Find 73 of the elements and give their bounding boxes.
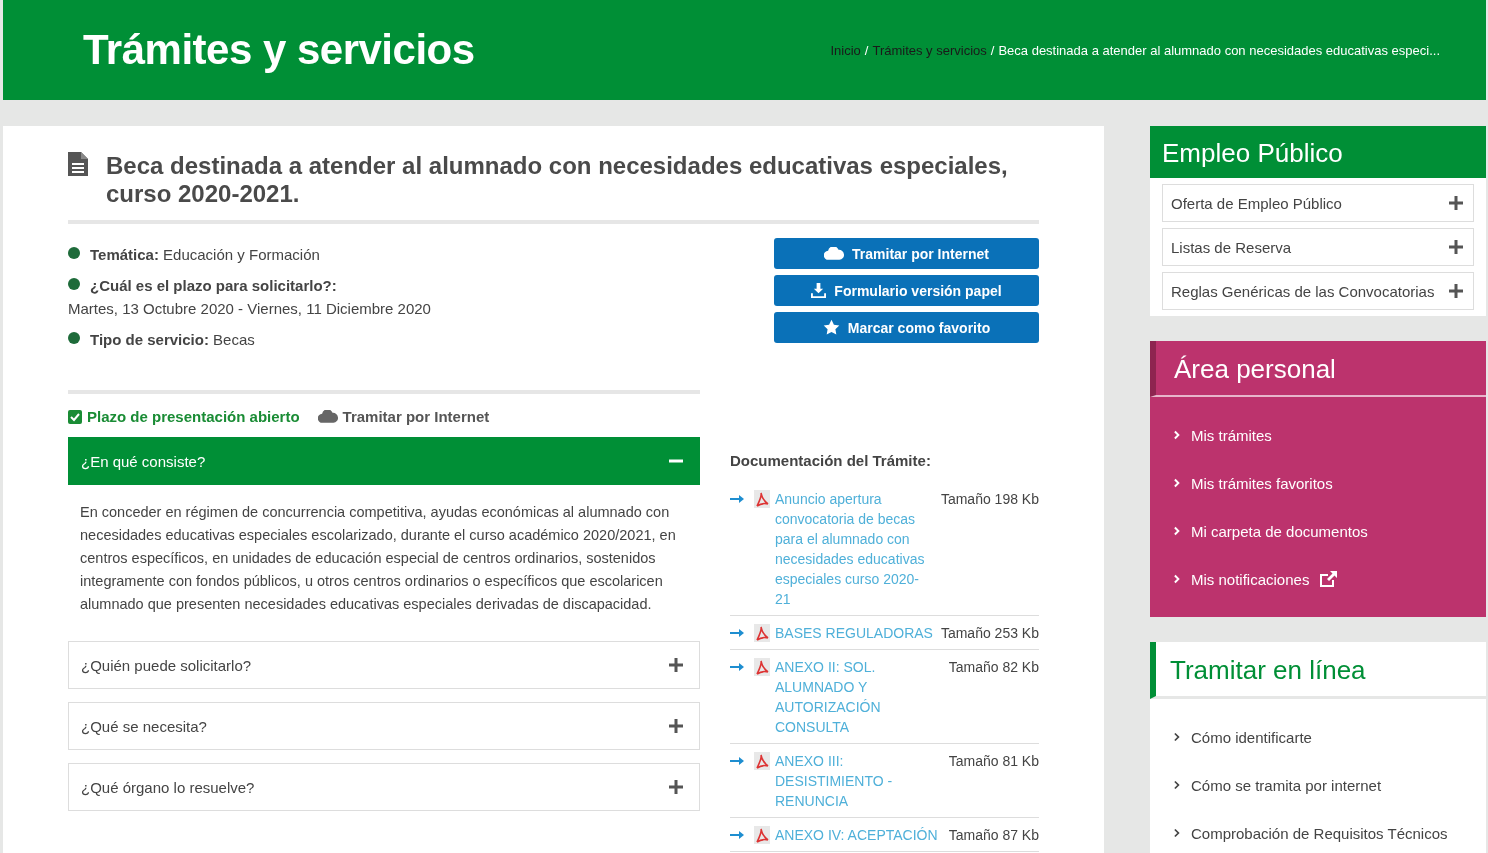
accordion-header[interactable]: ¿En qué consiste? <box>68 437 700 485</box>
chevron-icon <box>1174 430 1181 440</box>
sidebar-item[interactable]: Reglas Genéricas de las Convocatorias <box>1162 272 1474 310</box>
accordion-header[interactable]: ¿Quién puede solicitarlo? <box>68 641 700 689</box>
action-button[interactable]: Tramitar por Internet <box>774 238 1039 269</box>
chevron-icon <box>1174 574 1181 584</box>
external-link-icon <box>1319 571 1338 587</box>
arrow-icon <box>730 831 744 839</box>
chevron-icon <box>1174 478 1181 488</box>
section-heading: Empleo Público <box>1150 126 1486 178</box>
section-heading: Área personal <box>1150 341 1486 397</box>
arrow-icon <box>730 629 744 637</box>
file-size: Tamaño 87 Kb <box>948 826 1039 845</box>
pdf-icon <box>754 752 770 770</box>
file-size: Tamaño 82 Kb <box>948 658 1039 677</box>
pdf-icon <box>754 658 770 676</box>
accordion-text: En conceder en régimen de concurrencia competitiva, ayudas económicas al alumnado con necesidades educativas especiales escolarizado, durante el curso académico 2020/2021, en centros específicos, en unidades de educación especial de centros ordinarios, sostenidos integramente con fondos públicos, u otros centros ordinarios o específicos que escolaricen alumnado que presenten necesidades educativas especiales derivadas de discapacidad. <box>79 503 677 614</box>
action-button[interactable]: Marcar como favorito <box>774 312 1039 343</box>
arrow-icon <box>730 495 744 503</box>
page-heading: Trámites y servicios <box>83 26 475 74</box>
file-size: Tamaño 198 Kb <box>940 490 1039 509</box>
sidebar-link[interactable]: Mis notificaciones <box>1174 555 1462 603</box>
file-size: Tamaño 81 Kb <box>948 752 1039 771</box>
breadcrumb-current: Beca destinada a atender al alumnado con necesidades educativas especi... <box>998 42 1440 58</box>
arrow-icon <box>730 757 744 765</box>
sidebar-link[interactable]: Mis trámites <box>1174 411 1462 459</box>
accordion-header[interactable]: ¿Qué órgano lo resuelve? <box>68 763 700 811</box>
file-size: Tamaño 253 Kb <box>940 624 1039 643</box>
chevron-icon <box>1174 526 1181 536</box>
chevron-icon <box>1174 828 1181 838</box>
plus-icon <box>669 780 683 794</box>
pdf-icon <box>754 490 770 508</box>
plus-icon <box>1449 240 1463 254</box>
breadcrumb-separator: / <box>990 42 995 58</box>
bullet-dot <box>68 247 80 259</box>
status-label: Plazo de presentación abierto <box>68 408 300 425</box>
sidebar-link[interactable]: Mis trámites favoritos <box>1174 459 1462 507</box>
sidebar-item[interactable]: Listas de Reserva <box>1162 228 1474 266</box>
bullet-dot <box>68 332 80 344</box>
sidebar-link[interactable]: Comprobación de Requisitos Técnicos <box>1174 809 1462 853</box>
document-icon <box>68 152 88 176</box>
plus-icon <box>669 719 683 733</box>
cloud-icon <box>824 247 845 260</box>
action-button[interactable]: Formulario versión papel <box>774 275 1039 306</box>
pdf-icon <box>754 624 770 642</box>
sidebar-link[interactable]: Cómo se tramita por internet <box>1174 761 1462 809</box>
accordion-header[interactable]: ¿Qué se necesita? <box>68 702 700 750</box>
plus-icon <box>669 658 683 672</box>
procedure-title: Beca destinada a atender al alumnado con necesidades educativas especiales, curso 2020-2021. <box>106 152 1009 208</box>
chevron-icon <box>1174 732 1181 742</box>
cloud-icon <box>317 410 338 423</box>
sidebar-link[interactable]: Cómo identificarte <box>1174 713 1462 761</box>
fact-label: ¿Cuál es el plazo para solicitarlo?: <box>90 277 338 294</box>
bullet-dot <box>68 278 80 290</box>
fact-text: Temática: Educación y Formación <box>90 246 320 263</box>
sidebar-link[interactable]: Mi carpeta de documentos <box>1174 507 1462 555</box>
breadcrumb-separator: / <box>864 42 869 58</box>
chevron-icon <box>1174 780 1181 790</box>
star-icon <box>822 319 840 336</box>
breadcrumb-link[interactable]: Trámites y servicios <box>872 42 987 58</box>
pdf-icon <box>754 826 770 844</box>
documents-heading: Documentación del Trámite: <box>730 452 932 469</box>
sidebar-item[interactable]: Oferta de Empleo Público <box>1162 184 1474 222</box>
status-label: Tramitar por Internet <box>317 408 490 425</box>
breadcrumb-link[interactable]: Inicio <box>830 42 861 58</box>
plus-icon <box>1449 196 1463 210</box>
fact-text: Tipo de servicio: Becas <box>90 331 255 348</box>
fact-value: Martes, 13 Octubre 2020 - Viernes, 11 Diciembre 2020 <box>68 300 431 317</box>
plus-icon <box>1449 284 1463 298</box>
section-heading: Tramitar en línea <box>1150 642 1486 699</box>
checkbox-icon <box>68 409 82 424</box>
arrow-icon <box>730 663 744 671</box>
download-icon <box>811 283 827 298</box>
